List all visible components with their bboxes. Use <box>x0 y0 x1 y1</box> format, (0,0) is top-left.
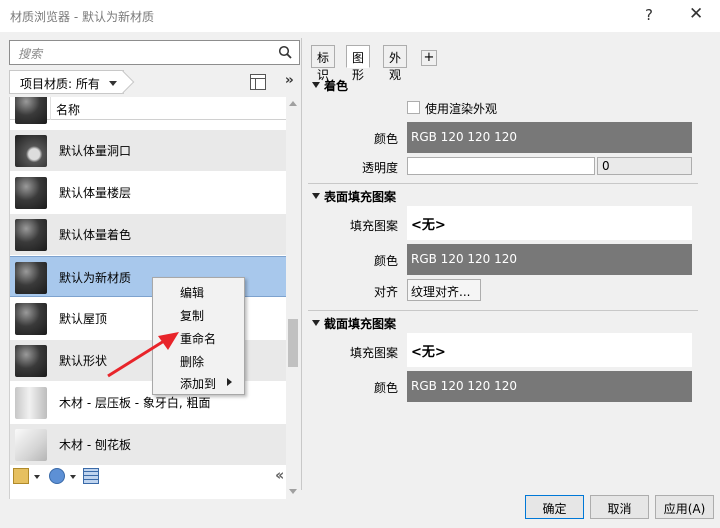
chevron-down-icon[interactable] <box>34 475 40 479</box>
cut-color-label: 颜色 <box>373 381 398 395</box>
list-item-label: 默认体量楼层 <box>59 186 132 200</box>
search-input[interactable]: 搜索 <box>9 40 300 65</box>
column-name-label: 名称 <box>56 103 81 117</box>
list-item-label: 默认体量着色 <box>59 228 132 242</box>
partial-row <box>10 97 286 130</box>
material-thumbnail <box>15 135 47 167</box>
material-thumbnail <box>15 429 47 461</box>
library-dropdown[interactable]: 项目材质: 所有 <box>9 70 135 94</box>
cut-pattern-label: 填充图案 <box>349 346 398 360</box>
chevron-down-icon <box>109 81 117 86</box>
material-thumbnail <box>15 97 47 124</box>
section-divider <box>308 183 698 184</box>
transparency-value[interactable]: 0 <box>597 157 692 175</box>
add-tab-button[interactable]: + <box>421 50 437 66</box>
section-shading-header[interactable]: 着色 <box>312 77 348 94</box>
create-material-icon[interactable] <box>49 468 65 484</box>
search-icon[interactable] <box>278 45 292 59</box>
transparency-slider[interactable] <box>407 157 595 175</box>
material-thumbnail <box>15 219 47 251</box>
material-thumbnail <box>15 177 47 209</box>
material-thumbnail <box>15 345 47 377</box>
section-divider <box>308 310 698 311</box>
list-item-label: 默认屋顶 <box>59 312 108 326</box>
graphics-properties: 着色 使用渲染外观 颜色 RGB 120 120 120 透明度 0 表面填充图… <box>308 68 708 488</box>
list-item-label: 木材 - 层压板 - 象牙白, 粗面 <box>59 396 211 410</box>
column-header[interactable]: 名称 <box>10 97 286 120</box>
expand-icon[interactable]: ›› <box>285 73 294 88</box>
cut-pattern-field[interactable]: <无> <box>407 333 692 367</box>
tab-appearance[interactable]: 外观 <box>383 45 408 82</box>
material-thumbnail <box>15 387 47 419</box>
library-bar: 项目材质: 所有 ›› <box>9 70 300 94</box>
list-item-label: 默认为新材质 <box>59 271 132 285</box>
section-surface-header[interactable]: 表面填充图案 <box>312 188 396 205</box>
menu-item-rename[interactable]: 重命名 <box>180 330 216 350</box>
chevron-down-icon[interactable] <box>70 475 76 479</box>
surface-color-label: 颜色 <box>373 254 398 268</box>
context-menu: 编辑 复制 重命名 删除 添加到 <box>152 277 245 395</box>
surface-color-swatch[interactable]: RGB 120 120 120 <box>407 244 692 275</box>
section-cut-header[interactable]: 截面填充图案 <box>312 315 396 332</box>
list-scrollbar[interactable] <box>286 97 300 499</box>
asset-browser-icon[interactable] <box>83 468 99 484</box>
scroll-down-icon[interactable] <box>289 489 297 494</box>
texture-align-button[interactable]: 纹理对齐... <box>407 279 481 301</box>
tab-graphics[interactable]: 图形 <box>346 45 371 82</box>
library-toolbar: ‹‹ <box>9 465 300 487</box>
surface-pattern-field[interactable]: <无> <box>407 206 692 240</box>
submenu-arrow-icon <box>227 378 232 386</box>
ok-button[interactable]: 确定 <box>525 495 584 519</box>
use-render-appearance-label: 使用渲染外观 <box>425 102 498 116</box>
scroll-up-icon[interactable] <box>289 101 297 106</box>
cancel-button[interactable]: 取消 <box>590 495 649 519</box>
list-item[interactable]: 默认体量洞口 <box>10 130 286 171</box>
shading-color-label: 颜色 <box>373 132 398 146</box>
help-button[interactable]: ? <box>645 6 653 24</box>
surface-pattern-label: 填充图案 <box>349 219 398 233</box>
menu-item-delete[interactable]: 删除 <box>180 353 204 373</box>
library-label: 项目材质: 所有 <box>20 77 100 91</box>
search-placeholder: 搜索 <box>18 47 43 61</box>
menu-item-duplicate[interactable]: 复制 <box>180 307 204 327</box>
title-bar: 材质浏览器 - 默认为新材质 ? ✕ <box>0 0 720 32</box>
material-thumbnail <box>15 303 47 335</box>
list-item-label: 默认体量洞口 <box>59 144 132 158</box>
menu-item-edit[interactable]: 编辑 <box>180 284 204 304</box>
tab-identity[interactable]: 标识 <box>311 45 336 82</box>
transparency-label: 透明度 <box>361 161 398 175</box>
material-thumbnail <box>15 262 47 294</box>
list-item[interactable]: 木材 - 刨花板 <box>10 424 286 465</box>
apply-button[interactable]: 应用(A) <box>655 495 714 519</box>
panel-layout-icon[interactable] <box>250 74 266 90</box>
material-list-pane: 搜索 项目材质: 所有 ›› 名称 默认体量洞口 默认体量楼层 默认体量着色 默… <box>9 40 300 499</box>
close-button[interactable]: ✕ <box>689 4 703 24</box>
list-item[interactable]: 默认体量着色 <box>10 214 286 255</box>
list-item[interactable]: 默认体量楼层 <box>10 172 286 213</box>
collapse-pane-icon[interactable]: ‹‹ <box>275 466 285 484</box>
scroll-thumb[interactable] <box>288 319 298 367</box>
list-item-label: 默认形状 <box>59 354 108 368</box>
cut-color-swatch[interactable]: RGB 120 120 120 <box>407 371 692 402</box>
use-render-appearance-checkbox[interactable] <box>407 101 420 114</box>
column-separator <box>50 97 51 120</box>
pane-divider[interactable] <box>301 38 302 490</box>
list-item-label: 木材 - 刨花板 <box>59 438 131 452</box>
window-title: 材质浏览器 - 默认为新材质 <box>10 10 154 24</box>
menu-item-add-to[interactable]: 添加到 <box>180 375 216 395</box>
align-label: 对齐 <box>373 285 398 299</box>
shading-color-swatch[interactable]: RGB 120 120 120 <box>407 122 692 153</box>
open-library-icon[interactable] <box>13 468 29 484</box>
